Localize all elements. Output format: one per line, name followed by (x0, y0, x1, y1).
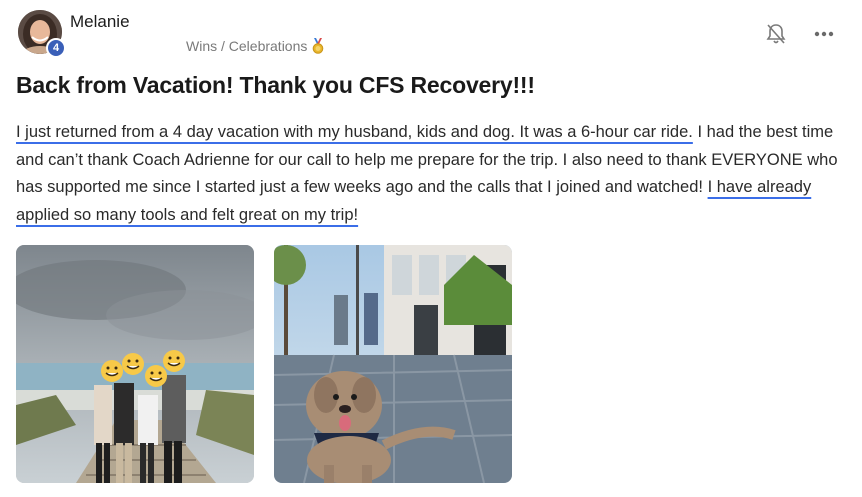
level-badge: 4 (46, 38, 66, 58)
post-body: I just returned from a 4 day vacation wi… (16, 119, 846, 229)
category-label: Wins / Celebrations (186, 38, 308, 54)
author-avatar[interactable]: 4 (16, 8, 66, 58)
photo-family-beach[interactable] (16, 245, 254, 483)
photo-dog-street[interactable] (274, 245, 512, 483)
more-horizontal-icon[interactable] (812, 22, 836, 46)
medal-icon (311, 38, 325, 54)
post-actions (764, 22, 836, 46)
post-category[interactable]: Wins / Celebrations (186, 38, 325, 54)
photo-gallery (16, 245, 512, 483)
author-name[interactable]: Melanie (70, 12, 130, 32)
highlighted-text: I just returned from a 4 day vacation wi… (16, 123, 693, 141)
post-header: 4 Melanie Wins / Celebrations (16, 8, 846, 62)
post-title: Back from Vacation! Thank you CFS Recove… (16, 72, 535, 98)
bell-off-icon[interactable] (764, 22, 788, 46)
